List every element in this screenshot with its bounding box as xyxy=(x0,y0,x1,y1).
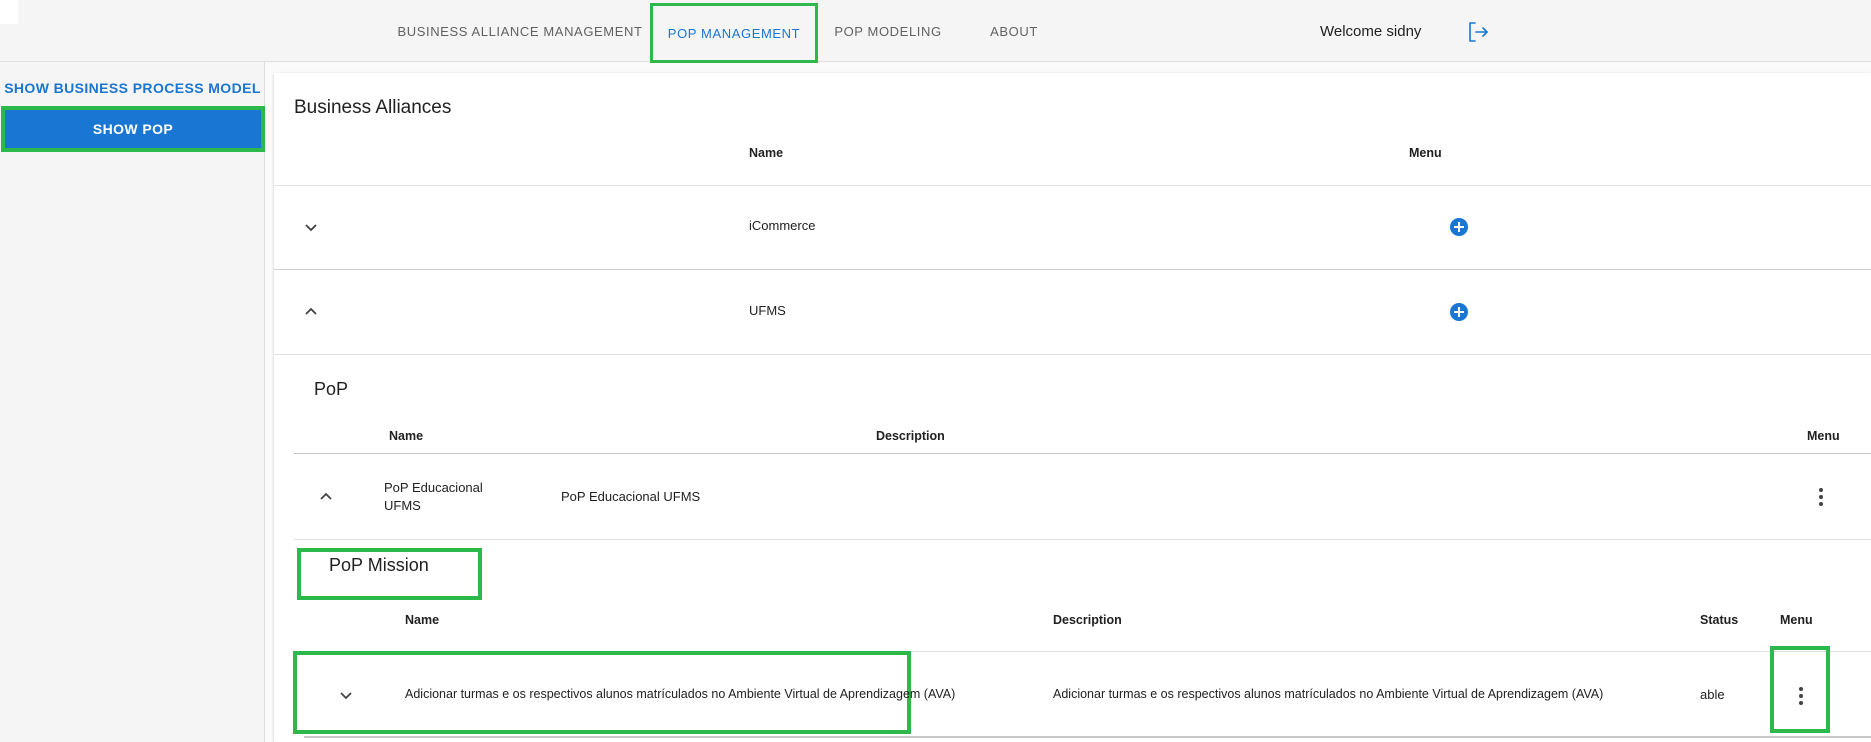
divider xyxy=(294,453,1871,454)
add-pop-plus-icon[interactable] xyxy=(1450,218,1468,236)
show-business-process-model-link[interactable]: SHOW BUSINESS PROCESS MODEL xyxy=(0,76,265,100)
divider xyxy=(274,269,1871,270)
nav-business-alliance-management[interactable]: BUSINESS ALLIANCE MANAGEMENT xyxy=(395,0,645,62)
add-pop-plus-icon[interactable] xyxy=(1450,303,1468,321)
expand-chevron-down-icon[interactable] xyxy=(301,217,321,237)
top-nav-bar: BUSINESS ALLIANCE MANAGEMENT POP MANAGEM… xyxy=(0,0,1871,63)
logout-icon[interactable] xyxy=(1466,20,1490,44)
business-alliances-title: Business Alliances xyxy=(294,97,452,118)
pop-section-title: PoP xyxy=(314,379,349,399)
mission-description: Adicionar turmas e os respectivos alunos… xyxy=(1053,687,1604,701)
nav-pop-management[interactable]: POP MANAGEMENT xyxy=(650,3,818,63)
divider xyxy=(304,736,1871,738)
alliance-name-ufms: UFMS xyxy=(749,303,786,318)
mission-name-header: Name xyxy=(405,613,440,627)
mission-status-header: Status xyxy=(1700,613,1739,627)
collapse-chevron-up-icon[interactable] xyxy=(301,302,321,322)
welcome-text: Welcome sidny xyxy=(1320,22,1422,40)
divider xyxy=(294,539,1871,540)
corner-patch xyxy=(0,0,18,24)
expand-chevron-down-icon[interactable] xyxy=(336,685,356,705)
alliance-name-icommerce: iCommerce xyxy=(749,218,816,233)
mission-description-header: Description xyxy=(1053,613,1122,627)
divider xyxy=(274,354,1871,355)
pop-description-header: Description xyxy=(876,429,945,443)
divider xyxy=(274,185,1871,186)
pop-description: PoP Educacional UFMS xyxy=(561,489,701,504)
mission-more-vert-icon[interactable] xyxy=(1798,687,1804,705)
nav-about[interactable]: ABOUT xyxy=(982,0,1046,62)
pop-menu-header: Menu xyxy=(1807,429,1840,443)
alliances-name-header: Name xyxy=(749,146,784,160)
alliances-menu-header: Menu xyxy=(1409,146,1442,160)
collapse-chevron-up-icon[interactable] xyxy=(316,487,336,507)
business-alliances-panel: Business Alliances Name Menu iCommerce U… xyxy=(274,73,1871,742)
mission-name: Adicionar turmas e os respectivos alunos… xyxy=(405,687,956,701)
mission-status: able xyxy=(1700,687,1725,702)
nav-pop-modeling[interactable]: POP MODELING xyxy=(832,0,944,62)
pop-name-header: Name xyxy=(389,429,424,443)
pop-more-vert-icon[interactable] xyxy=(1818,488,1824,506)
pop-name: PoP Educacional UFMS xyxy=(384,480,483,513)
mission-menu-header: Menu xyxy=(1780,613,1813,627)
highlight-box xyxy=(297,548,482,600)
sidebar: SHOW BUSINESS PROCESS MODEL SHOW POP xyxy=(0,62,265,742)
show-pop-button[interactable]: SHOW POP xyxy=(1,106,265,152)
